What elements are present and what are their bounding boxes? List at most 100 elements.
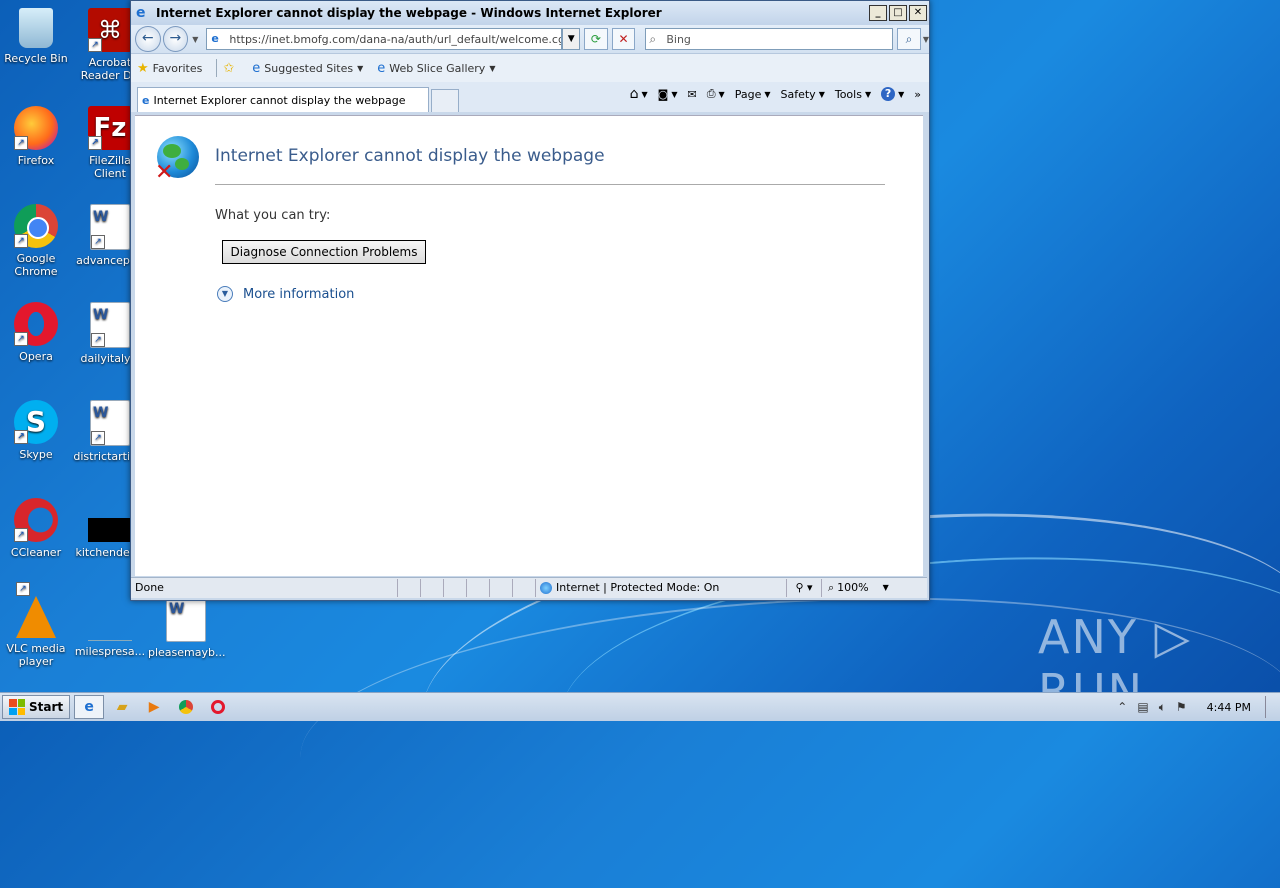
forward-button[interactable]: → <box>162 26 189 52</box>
desktop-icon-label: Firefox <box>17 154 55 167</box>
tools-menu[interactable]: Tools ▼ <box>835 88 871 101</box>
acrobat-icon: ⌘ ↗ <box>88 8 132 52</box>
rss-icon: ◙ <box>657 87 669 101</box>
ie-logo-icon: e <box>136 5 146 21</box>
maximize-button[interactable]: □ <box>889 5 907 21</box>
blank-thumbnail-icon <box>88 596 132 641</box>
zoom-control[interactable]: ⌕ 100% ▼ <box>822 579 889 597</box>
title-bar[interactable]: e Internet Explorer cannot display the w… <box>131 1 929 25</box>
desktop-icon-label: CCleaner <box>10 546 62 559</box>
close-button[interactable]: ✕ <box>909 5 927 21</box>
desktop-icon-miles[interactable]: milespresa... <box>72 596 148 658</box>
error-title: Internet Explorer cannot display the web… <box>215 146 605 166</box>
taskbar-opera-icon[interactable] <box>204 696 232 718</box>
desktop-icon-opera[interactable]: ↗ Opera <box>0 302 74 363</box>
divider <box>215 184 885 185</box>
desktop-icon-label: Recycle Bin <box>4 52 68 65</box>
status-cell <box>398 579 421 597</box>
search-icon: ⌕ <box>649 31 657 46</box>
search-box[interactable]: ⌕ Bing <box>645 28 894 50</box>
vlc-icon: ↗ <box>16 582 56 638</box>
new-tab-button[interactable] <box>431 89 459 112</box>
address-bar[interactable]: e https://inet.bmofg.com/dana-na/auth/ur… <box>206 28 563 50</box>
safety-menu-label: Safety <box>780 87 816 101</box>
back-button[interactable]: ← <box>135 26 161 52</box>
chevron-down-icon: ▼ <box>357 63 364 73</box>
ie-page-icon: e <box>252 60 261 76</box>
black-thumbnail-icon <box>88 518 132 542</box>
diagnose-connection-button[interactable]: Diagnose Connection Problems <box>222 240 426 264</box>
divider <box>216 59 218 77</box>
volume-icon[interactable]: 🔈︎ <box>1159 700 1166 715</box>
favorites-button[interactable]: ★ Favorites <box>137 61 202 76</box>
chevron-down-icon: ▼ <box>217 286 233 302</box>
status-bar: Done Internet | Protected Mode: On ⚲ ▾ ⌕… <box>131 577 927 598</box>
clock[interactable]: 4:44 PM <box>1207 701 1251 714</box>
action-center-flag-icon[interactable]: ⚑ <box>1176 700 1187 714</box>
security-zone[interactable]: Internet | Protected Mode: On <box>536 579 787 597</box>
word-document-icon: W ↗ <box>90 204 130 250</box>
add-to-favorites-icon: ✩ <box>223 60 235 76</box>
desktop-icon-word-doc[interactable]: W pleasemayb... <box>148 596 225 659</box>
help-icon: ? <box>881 87 896 101</box>
recycle-bin-icon <box>19 8 53 48</box>
taskbar: Start e ▰ ▶ ⌃ ▤ 🔈︎ ⚑ 4:44 PM <box>0 692 1280 721</box>
printer-icon: ⎙ <box>706 87 716 100</box>
desktop-icon-skype[interactable]: S ↗ Skype <box>0 400 74 461</box>
system-tray: ⌃ ▤ 🔈︎ ⚑ 4:44 PM <box>1117 693 1280 721</box>
taskbar-media-player-icon[interactable]: ▶ <box>140 696 168 718</box>
desktop-icon-label: Google Chrome <box>14 252 58 278</box>
address-row: ← → ▼ e https://inet.bmofg.com/dana-na/a… <box>131 25 929 53</box>
desktop-icon-vlc[interactable]: ↗ VLC media player <box>0 582 74 668</box>
home-button[interactable]: ⌂ ▼ <box>630 86 648 102</box>
suggested-sites-link[interactable]: e Suggested Sites ▼ <box>252 61 363 76</box>
help-button[interactable]: ? ▼ <box>881 87 904 101</box>
taskbar-ie-icon[interactable]: e <box>74 695 105 719</box>
minimize-button[interactable]: _ <box>869 5 887 21</box>
tab-active[interactable]: e Internet Explorer cannot display the w… <box>137 87 429 112</box>
web-slice-gallery-link[interactable]: e Web Slice Gallery ▼ <box>377 61 495 76</box>
search-placeholder: Bing <box>666 32 691 46</box>
feeds-button[interactable]: ◙ ▼ <box>658 88 678 101</box>
refresh-button[interactable]: ⟳ <box>584 28 608 50</box>
show-hidden-icons-icon[interactable]: ⌃ <box>1117 700 1127 714</box>
add-favorite-button[interactable]: ✩ <box>223 61 238 76</box>
desktop-icon-recycle-bin[interactable]: Recycle Bin <box>0 8 74 65</box>
page-icon: e <box>211 32 219 45</box>
start-button[interactable]: Start <box>2 695 71 719</box>
desktop-icon-chrome[interactable]: ↗ Google Chrome <box>0 204 74 278</box>
desktop-icon-ccleaner[interactable]: ↗ CCleaner <box>0 498 74 559</box>
zoom-level: 100% <box>837 581 869 594</box>
what-you-can-try-label: What you can try: <box>215 208 331 223</box>
desktop-icon-firefox[interactable]: ↗ Firefox <box>0 106 74 167</box>
recent-pages-dropdown-icon[interactable]: ▼ <box>192 35 198 44</box>
tab-title: Internet Explorer cannot display the web… <box>153 93 406 107</box>
ccleaner-icon: ↗ <box>14 498 58 542</box>
taskbar-chrome-icon[interactable] <box>172 696 200 718</box>
search-go-button[interactable]: ⌕ <box>897 28 921 50</box>
desktop-icon-label: Opera <box>19 350 53 363</box>
search-options-dropdown-icon[interactable]: ▼ <box>923 35 929 44</box>
status-cell <box>513 579 536 597</box>
page-menu[interactable]: Page ▼ <box>735 88 771 101</box>
tools-menu-label: Tools <box>834 87 862 101</box>
protected-mode-icon[interactable]: ⚲ ▾ <box>787 579 822 597</box>
mail-button[interactable]: ✉ <box>688 88 697 101</box>
home-icon: ⌂ <box>629 86 639 102</box>
taskbar-explorer-icon[interactable]: ▰ <box>108 696 136 718</box>
address-dropdown-icon[interactable]: ▼ <box>562 28 581 50</box>
safety-menu[interactable]: Safety ▼ <box>781 88 825 101</box>
chevron-down-icon: ▼ <box>882 583 889 592</box>
print-button[interactable]: ⎙ ▼ <box>707 87 725 101</box>
favorites-label: Favorites <box>152 61 203 75</box>
desktop-icon-label: VLC media player <box>6 642 66 668</box>
chevron-more-icon[interactable]: » <box>914 88 921 101</box>
network-icon[interactable]: ▤ <box>1137 700 1148 714</box>
globe-error-icon: ✕ <box>155 134 201 185</box>
tab-row: e Internet Explorer cannot display the w… <box>131 82 929 112</box>
ie-page-icon: e <box>377 60 386 76</box>
show-desktop-button[interactable] <box>1265 696 1280 718</box>
more-information-link[interactable]: ▼ More information <box>217 286 354 302</box>
firefox-icon: ↗ <box>14 106 58 150</box>
stop-button[interactable]: ✕ <box>611 28 636 50</box>
